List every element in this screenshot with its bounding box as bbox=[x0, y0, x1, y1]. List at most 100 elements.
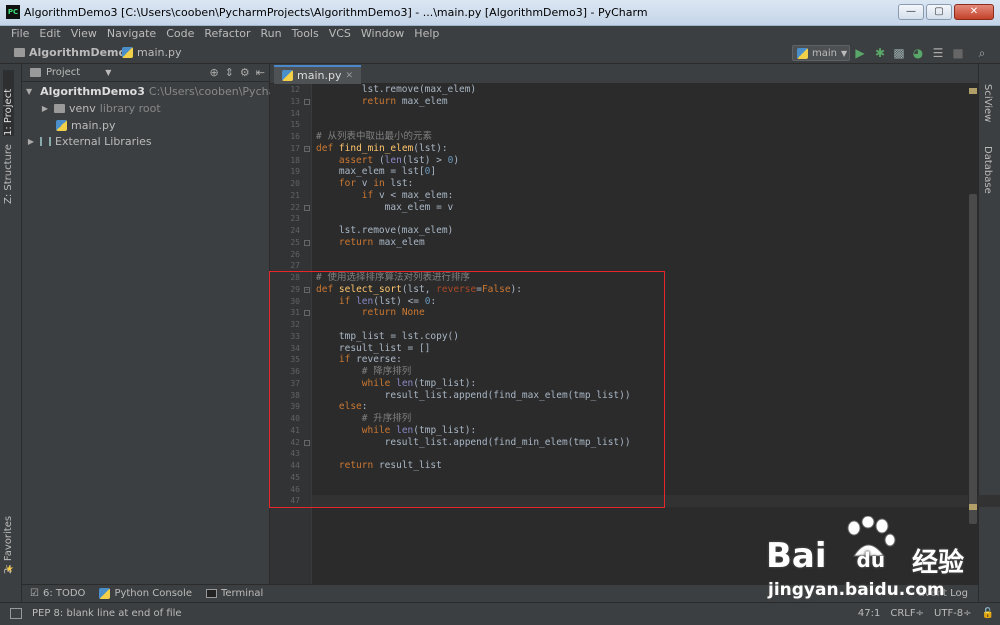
menu-edit[interactable]: Edit bbox=[34, 26, 65, 42]
gear-icon[interactable]: ⚙ bbox=[240, 66, 250, 79]
menu-view[interactable]: View bbox=[66, 26, 102, 42]
lock-icon[interactable]: 🔓 bbox=[982, 608, 994, 619]
tab-todo[interactable]: ☑ 6: TODO bbox=[30, 588, 85, 599]
code-line[interactable]: 20 for v in lst: bbox=[290, 178, 1000, 190]
fold-marker-icon[interactable] bbox=[304, 204, 310, 211]
line-number: 22 bbox=[290, 202, 300, 212]
code-line-text: max_elem = lst[0] bbox=[316, 166, 437, 178]
breadcrumb-file[interactable]: main.py bbox=[122, 46, 181, 59]
expand-arrow-icon[interactable]: ▼ bbox=[26, 87, 32, 96]
tree-item-external-libraries[interactable]: ▶ External Libraries bbox=[22, 133, 270, 149]
navigation-bar: AlgorithmDemo3 main.py main ▼ ▶ ✱ ▩ ◕ ☰ … bbox=[0, 42, 1000, 64]
line-number: 21 bbox=[290, 190, 300, 200]
close-tab-icon[interactable]: ✕ bbox=[345, 71, 353, 81]
line-number: 24 bbox=[290, 226, 300, 235]
menu-navigate[interactable]: Navigate bbox=[102, 26, 161, 42]
coverage-icon[interactable]: ▩ bbox=[891, 45, 907, 61]
tree-item-main-py[interactable]: main.py bbox=[22, 117, 270, 133]
close-button[interactable]: ✕ bbox=[954, 4, 994, 20]
fold-marker-icon[interactable] bbox=[304, 98, 310, 105]
chevron-down-icon: ▼ bbox=[841, 48, 848, 58]
menu-help[interactable]: Help bbox=[409, 26, 444, 42]
debug-icon[interactable]: ✱ bbox=[872, 45, 888, 61]
tab-terminal[interactable]: Terminal bbox=[205, 588, 263, 599]
window-title-bar[interactable]: PC AlgorithmDemo3 [C:\Users\cooben\Pycha… bbox=[0, 0, 1000, 26]
code-line[interactable]: 16 # 从列表中取出最小的元素 bbox=[290, 131, 1000, 143]
menu-tools[interactable]: Tools bbox=[287, 26, 324, 42]
star-icon: ★ bbox=[5, 564, 14, 575]
python-file-icon bbox=[122, 47, 133, 58]
code-line[interactable]: 23 bbox=[290, 213, 1000, 225]
window-title: AlgorithmDemo3 [C:\Users\cooben\PycharmP… bbox=[24, 6, 648, 19]
code-line[interactable]: 12 lst.remove(max_elem) bbox=[290, 84, 1000, 96]
profile-icon[interactable]: ◕ bbox=[910, 45, 926, 61]
tree-item-venv[interactable]: ▶ venv library root bbox=[22, 100, 270, 116]
menu-vcs[interactable]: VCS bbox=[324, 26, 356, 42]
line-number: 23 bbox=[290, 214, 300, 224]
code-line[interactable]: 19 max_elem = lst[0] bbox=[290, 166, 1000, 178]
status-message: PEP 8: blank line at end of file bbox=[32, 608, 182, 619]
scrollbar-thumb[interactable] bbox=[969, 194, 977, 524]
line-number: 25 bbox=[290, 237, 300, 247]
tree-external-label: External Libraries bbox=[55, 134, 152, 148]
menu-code[interactable]: Code bbox=[161, 26, 199, 42]
tab-project[interactable]: 1: Project bbox=[3, 70, 14, 136]
code-line[interactable]: 21 if v < max_elem: bbox=[290, 190, 1000, 202]
run-configuration-select[interactable]: main ▼ bbox=[792, 45, 850, 61]
chevron-down-icon[interactable]: ▼ bbox=[105, 68, 111, 77]
menu-file[interactable]: File bbox=[6, 26, 34, 42]
minimize-button[interactable]: — bbox=[898, 4, 924, 20]
search-everywhere-icon[interactable]: ⌕ bbox=[974, 45, 990, 61]
tab-python-console[interactable]: Python Console bbox=[99, 588, 192, 599]
hide-panel-icon[interactable]: ⇤ bbox=[256, 66, 265, 79]
maximize-button[interactable]: ▢ bbox=[926, 4, 952, 20]
tree-item-project-root[interactable]: ▼ AlgorithmDemo3 C:\Users\cooben\Pycharm… bbox=[22, 83, 270, 99]
code-line[interactable]: 13 return max_elem bbox=[290, 96, 1000, 108]
stop-icon[interactable]: ■ bbox=[950, 45, 966, 61]
code-line[interactable]: 26 bbox=[290, 249, 1000, 261]
tab-structure[interactable]: Z: Structure bbox=[3, 140, 14, 204]
python-file-icon bbox=[797, 47, 808, 59]
project-panel: Project ▼ ⊕ ⇕ ⚙ ⇤ ▼ AlgorithmDemo3 C:\Us… bbox=[22, 64, 270, 584]
tree-root-path: C:\Users\cooben\PycharmP bbox=[148, 84, 270, 98]
code-line[interactable]: 15 bbox=[290, 119, 1000, 131]
line-separator[interactable]: CRLF÷ bbox=[890, 608, 924, 619]
terminal-icon bbox=[205, 589, 217, 598]
python-file-icon bbox=[282, 70, 293, 81]
toggle-tool-windows-icon[interactable] bbox=[10, 608, 22, 619]
menu-run[interactable]: Run bbox=[256, 26, 287, 42]
file-encoding[interactable]: UTF-8÷ bbox=[934, 608, 972, 619]
caret-position[interactable]: 47:1 bbox=[858, 608, 880, 619]
project-panel-title: Project bbox=[46, 67, 81, 78]
line-number: 20 bbox=[290, 179, 300, 188]
code-line[interactable]: 18 assert (len(lst) > 0) bbox=[290, 155, 1000, 167]
warning-stripe[interactable] bbox=[969, 504, 977, 510]
collapse-all-icon[interactable]: ⇕ bbox=[225, 66, 234, 79]
tree-root-name: AlgorithmDemo3 bbox=[40, 84, 145, 98]
code-line[interactable]: 14 bbox=[290, 108, 1000, 120]
build-icon[interactable]: ☰ bbox=[930, 45, 946, 61]
code-line-text: def find_min_elem(lst): bbox=[316, 142, 448, 154]
breadcrumb-project[interactable]: AlgorithmDemo3 bbox=[14, 46, 134, 59]
line-number: 18 bbox=[290, 155, 300, 165]
fold-marker-icon[interactable]: − bbox=[304, 145, 310, 152]
editor-tab-main-py[interactable]: main.py ✕ bbox=[274, 65, 362, 84]
menu-refactor[interactable]: Refactor bbox=[199, 26, 255, 42]
run-icon[interactable]: ▶ bbox=[852, 45, 868, 61]
tab-event-log[interactable]: Event Log bbox=[918, 588, 968, 599]
sync-icon[interactable]: ⊕ bbox=[209, 66, 218, 79]
code-line[interactable]: 24 lst.remove(max_elem) bbox=[290, 225, 1000, 237]
code-line-text: # 从列表中取出最小的元素 bbox=[316, 131, 432, 142]
python-console-icon bbox=[99, 588, 111, 599]
fold-marker-icon[interactable] bbox=[304, 239, 310, 246]
code-line[interactable]: 17− def find_min_elem(lst): bbox=[290, 142, 1000, 155]
code-line[interactable]: 22 max_elem = v bbox=[290, 202, 1000, 214]
expand-arrow-icon[interactable]: ▶ bbox=[40, 104, 50, 113]
status-bar: PEP 8: blank line at end of file 47:1 CR… bbox=[0, 602, 1000, 625]
inspection-marker[interactable] bbox=[969, 88, 977, 94]
annotation-highlight-box bbox=[269, 271, 665, 508]
menu-window[interactable]: Window bbox=[356, 26, 409, 42]
code-line[interactable]: 25 return max_elem bbox=[290, 237, 1000, 249]
expand-arrow-icon[interactable]: ▶ bbox=[26, 137, 36, 146]
editor-vertical-scrollbar[interactable] bbox=[968, 84, 978, 584]
